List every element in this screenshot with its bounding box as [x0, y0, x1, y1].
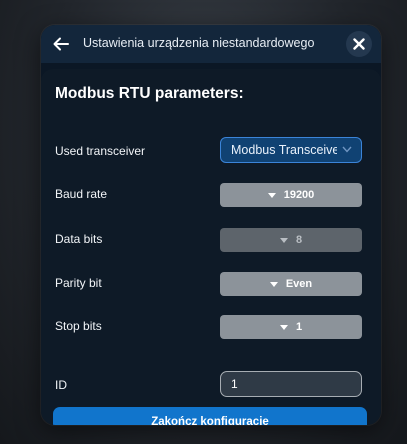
stop-bits-value: 1 — [295, 321, 303, 333]
baud-rate-select[interactable]: 19200 — [220, 183, 362, 207]
settings-dialog: Ustawienia urządzenia niestandardowego M… — [41, 25, 381, 425]
data-bits-label: Data bits — [55, 232, 103, 246]
id-label: ID — [55, 378, 67, 392]
stop-bits-label: Stop bits — [55, 319, 102, 333]
transceiver-select[interactable]: Modbus Transceiver — [220, 137, 362, 163]
data-bits-value: 8 — [295, 234, 303, 246]
stop-bits-select[interactable]: 1 — [220, 315, 362, 339]
baud-rate-value: 19200 — [283, 189, 315, 201]
section-title: Modbus RTU parameters: — [55, 85, 244, 102]
arrow-left-icon — [53, 37, 69, 51]
close-icon — [353, 38, 365, 50]
transceiver-label: Used transceiver — [55, 144, 146, 158]
caret-down-icon — [279, 237, 288, 243]
transceiver-value: Modbus Transceiver — [231, 143, 337, 157]
chevron-down-icon — [342, 146, 352, 153]
id-input[interactable] — [220, 371, 362, 397]
caret-down-icon — [267, 192, 276, 198]
caret-down-icon — [279, 324, 288, 330]
data-bits-select: 8 — [220, 228, 362, 252]
baud-rate-label: Baud rate — [55, 187, 108, 201]
parity-bit-label: Parity bit — [55, 276, 102, 290]
dialog-header: Ustawienia urządzenia niestandardowego — [41, 25, 381, 63]
parity-bit-select[interactable]: Even — [220, 272, 362, 296]
modbus-parameters-panel: Modbus RTU parameters: Used transceiver … — [41, 69, 381, 425]
back-button[interactable] — [49, 32, 73, 56]
dialog-title: Ustawienia urządzenia niestandardowego — [83, 36, 315, 50]
parity-bit-value: Even — [285, 278, 313, 290]
caret-down-icon — [269, 281, 278, 287]
close-button[interactable] — [346, 31, 372, 57]
finish-configuration-button[interactable]: Zakończ konfigurację — [53, 407, 367, 425]
